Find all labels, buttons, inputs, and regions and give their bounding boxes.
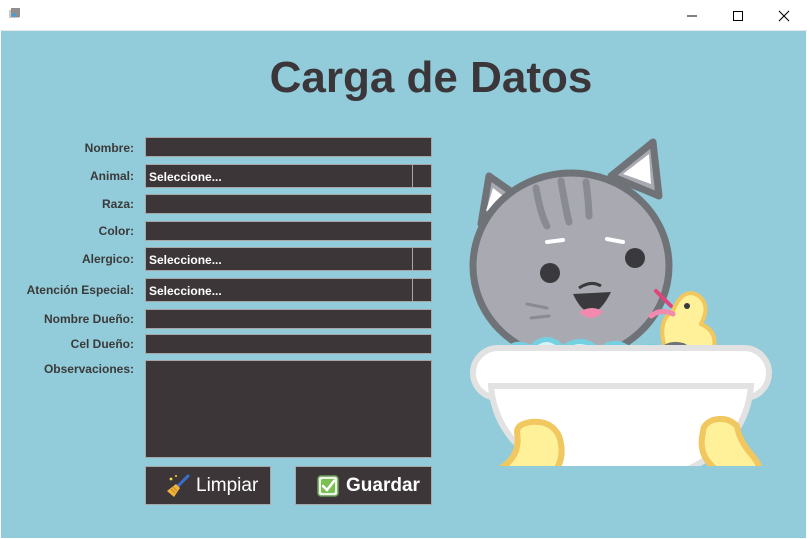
label-nombre-dueno: Nombre Dueño: [44, 312, 134, 326]
minimize-button[interactable] [669, 0, 715, 31]
alergico-select[interactable]: Seleccione... [145, 247, 432, 271]
chevron-down-icon[interactable] [412, 248, 431, 270]
limpiar-button[interactable]: Limpiar [145, 466, 271, 505]
label-cel-dueno: Cel Dueño: [70, 337, 134, 351]
checkbox-icon [317, 474, 339, 497]
observaciones-textarea[interactable] [145, 360, 432, 458]
label-color: Color: [98, 224, 134, 238]
alergico-select-value: Seleccione... [149, 253, 222, 267]
animal-select[interactable]: Seleccione... [145, 164, 432, 188]
close-icon [778, 10, 790, 21]
chevron-down-icon[interactable] [412, 165, 431, 187]
cel-dueno-field[interactable] [145, 334, 432, 354]
atencion-especial-select[interactable]: Seleccione... [145, 278, 432, 302]
maximize-button[interactable] [715, 0, 761, 31]
page-title: Carga de Datos [269, 53, 593, 102]
minimize-icon [687, 15, 697, 16]
maximize-icon [733, 10, 743, 21]
atencion-select-value: Seleccione... [149, 284, 222, 298]
app-icon [9, 8, 20, 18]
cat-bath-illustration [469, 138, 772, 466]
raza-field[interactable] [145, 194, 432, 214]
color-field[interactable] [145, 221, 432, 241]
label-atencion-especial: Atención Especial: [26, 283, 134, 297]
label-raza: Raza: [101, 197, 134, 211]
close-button[interactable] [761, 0, 807, 31]
form-panel: Carga de Datos Nombre: Animal: Seleccion… [1, 31, 806, 538]
label-animal: Animal: [89, 169, 134, 183]
broom-icon [167, 474, 190, 497]
nombre-field[interactable] [145, 137, 432, 157]
label-nombre: Nombre: [84, 141, 134, 155]
title-bar [0, 0, 807, 31]
guardar-button[interactable]: Guardar [295, 466, 432, 505]
chevron-down-icon[interactable] [412, 279, 431, 301]
animal-select-value: Seleccione... [149, 170, 222, 184]
nombre-dueno-field[interactable] [145, 309, 432, 329]
label-observaciones: Observaciones: [43, 362, 134, 376]
limpiar-label: Limpiar [196, 474, 259, 496]
guardar-label: Guardar [346, 474, 420, 496]
label-alergico: Alergico: [81, 252, 134, 266]
